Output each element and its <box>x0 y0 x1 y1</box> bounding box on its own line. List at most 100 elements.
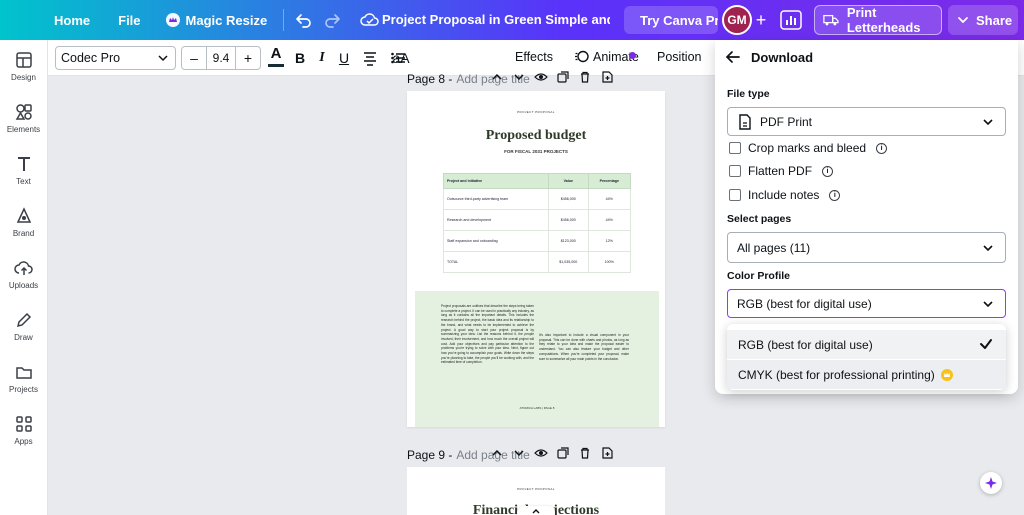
rail-item-text[interactable]: Text <box>0 144 47 196</box>
user-avatar[interactable]: GM <box>722 5 752 35</box>
select-pages-label: Select pages <box>727 213 792 225</box>
effects-button[interactable]: Effects <box>515 50 553 64</box>
top-bar: Home File Magic Resize Project Proposal … <box>0 0 1024 40</box>
text-icon <box>17 157 30 171</box>
copy-page-icon[interactable] <box>556 70 570 84</box>
table-header-cell: Project and initiative <box>443 173 549 189</box>
align-button[interactable] <box>360 48 380 68</box>
back-arrow-icon[interactable] <box>725 49 741 65</box>
save-status-button[interactable] <box>356 6 384 34</box>
crown-icon <box>165 13 180 27</box>
delete-page-icon[interactable] <box>578 446 592 460</box>
cloud-check-icon <box>360 13 379 26</box>
share-label: Share <box>976 12 1013 28</box>
rail-item-draw[interactable]: Draw <box>0 300 47 352</box>
table-cell: 100% <box>587 251 632 273</box>
table-cell: Research and development <box>443 209 549 231</box>
add-page-icon[interactable] <box>600 70 614 84</box>
chevron-down-icon[interactable] <box>512 446 526 460</box>
rail-item-design[interactable]: Design <box>0 40 47 92</box>
color-profile-select[interactable]: RGB (best for digital use) <box>727 289 1006 318</box>
info-icon[interactable]: i <box>822 165 834 177</box>
magic-resize-label: Magic Resize <box>185 12 268 28</box>
flatten-pdf-checkbox-row[interactable]: Flatten PDF i <box>729 164 834 178</box>
home-link[interactable]: Home <box>40 0 104 40</box>
option-label: RGB (best for digital use) <box>738 337 873 352</box>
scroll-to-top-button[interactable] <box>517 506 555 515</box>
page-8-canvas[interactable]: PROJECT PROPOSAL Proposed budget FOR FIS… <box>407 91 665 427</box>
page-heading[interactable]: Proposed budget <box>407 128 665 144</box>
table-cell: 44% <box>587 209 632 231</box>
copy-page-icon[interactable] <box>556 446 570 460</box>
crop-marks-checkbox[interactable] <box>729 142 741 154</box>
increase-font-size-button[interactable]: + <box>236 47 260 69</box>
file-type-value: PDF Print <box>760 114 813 129</box>
rail-item-projects[interactable]: Projects <box>0 352 47 404</box>
hide-page-icon[interactable] <box>534 70 548 84</box>
pen-icon <box>16 312 31 328</box>
option-label: CMYK (best for professional printing) <box>738 367 935 382</box>
print-letterheads-button[interactable]: Print Letterheads <box>814 5 942 35</box>
undo-button[interactable] <box>290 6 318 34</box>
download-title: Download <box>751 49 814 65</box>
side-rail: Design Elements Text Brand Uploads Draw … <box>0 40 48 515</box>
underline-button[interactable]: U <box>337 48 351 68</box>
font-size-input[interactable]: 9.4 <box>206 47 236 69</box>
info-icon[interactable]: i <box>876 142 888 154</box>
file-menu[interactable]: File <box>104 0 154 40</box>
add-page-icon[interactable] <box>600 446 614 460</box>
rail-label: Apps <box>14 437 33 446</box>
flatten-pdf-checkbox[interactable] <box>729 165 741 177</box>
text-color-button[interactable]: A <box>267 45 285 69</box>
page-subheading[interactable]: FOR FISCAL 2031 PROJECTS <box>407 149 665 154</box>
try-canva-pro-button[interactable]: Try Canva Pro <box>624 6 718 34</box>
chevron-down-icon <box>158 55 168 62</box>
color-profile-option-cmyk[interactable]: CMYK (best for professional printing) <box>727 360 1006 389</box>
italic-button[interactable]: I <box>315 48 329 68</box>
rail-item-elements[interactable]: Elements <box>0 92 47 144</box>
rail-label: Brand <box>12 229 35 238</box>
info-icon[interactable]: i <box>829 189 841 201</box>
select-pages-dropdown[interactable]: All pages (11) <box>727 232 1006 263</box>
magic-resize-button[interactable]: Magic Resize <box>155 0 278 40</box>
rail-item-apps[interactable]: Apps <box>0 404 47 456</box>
letter-case-button[interactable]: aA <box>390 48 412 68</box>
page-footer: ATOMICA LABS | PAGE 8 <box>519 406 555 410</box>
page-header-text: PROJECT PROPOSAL <box>517 110 555 114</box>
bold-button[interactable]: B <box>292 48 308 68</box>
budget-table[interactable]: Project and initiative Value Percentage … <box>443 173 632 273</box>
hide-page-icon[interactable] <box>534 446 548 460</box>
rail-item-uploads[interactable]: Uploads <box>0 248 47 300</box>
include-notes-checkbox[interactable] <box>729 189 741 201</box>
pdf-file-icon <box>739 113 751 130</box>
color-profile-option-rgb[interactable]: RGB (best for digital use) <box>727 330 1006 359</box>
text-color-letter-icon: A <box>270 45 282 62</box>
table-cell: Outsource third-party advertising team <box>443 188 549 210</box>
chevron-up-icon <box>532 509 540 514</box>
help-button[interactable] <box>980 472 1002 494</box>
font-family-select[interactable]: Codec Pro <box>55 46 176 70</box>
chevron-down-icon[interactable] <box>512 70 526 84</box>
chevron-up-icon[interactable] <box>490 70 504 84</box>
position-button[interactable]: Position <box>657 50 701 64</box>
page-8-controls <box>490 70 614 84</box>
redo-icon <box>325 14 341 28</box>
download-panel-header: Download <box>715 40 1018 74</box>
insights-button[interactable] <box>778 8 804 32</box>
redo-button[interactable] <box>318 6 346 34</box>
truck-icon <box>823 14 839 26</box>
proposal-text-box[interactable]: Project proposals are outlines that desc… <box>415 291 659 427</box>
decrease-font-size-button[interactable]: – <box>182 47 206 69</box>
crop-marks-checkbox-row[interactable]: Crop marks and bleed i <box>729 141 888 155</box>
file-type-select[interactable]: PDF Print <box>727 107 1006 136</box>
add-collaborator-button[interactable]: + <box>752 10 770 30</box>
table-cell: $456,000 <box>548 188 589 210</box>
delete-page-icon[interactable] <box>578 70 592 84</box>
undo-icon <box>296 14 312 28</box>
chevron-up-icon[interactable] <box>490 446 504 460</box>
include-notes-checkbox-row[interactable]: Include notes i <box>729 188 841 202</box>
document-title[interactable]: Project Proposal in Green Simple and Min… <box>382 12 610 27</box>
share-button[interactable]: Share <box>948 5 1018 35</box>
table-cell: 44% <box>587 188 632 210</box>
rail-item-brand[interactable]: Brand <box>0 196 47 248</box>
